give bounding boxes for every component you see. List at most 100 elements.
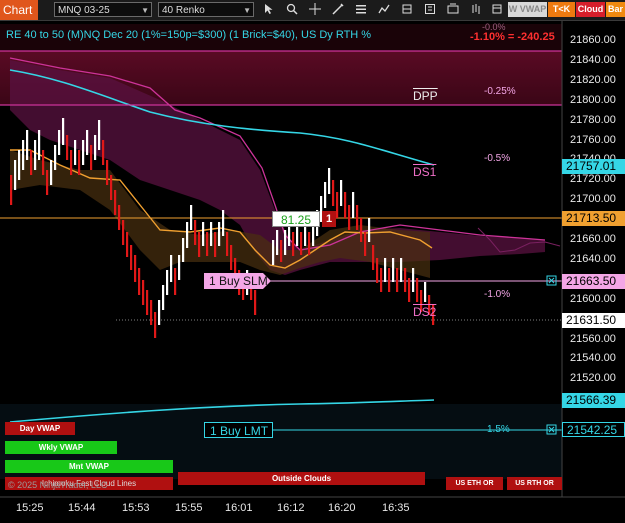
position-qty[interactable]: 1 <box>322 211 336 227</box>
lmt-pct-label: 1.5% <box>487 424 510 435</box>
time-axis-label: 15:55 <box>175 502 203 514</box>
cyan-lower-price-tag: 21566.39 <box>562 393 625 408</box>
down-brick <box>110 175 113 200</box>
up-brick <box>34 140 37 170</box>
price-axis-label: 21860.00 <box>570 34 616 46</box>
down-brick <box>150 300 153 325</box>
crosshair-icon[interactable] <box>309 3 321 15</box>
down-brick <box>280 240 283 262</box>
down-brick <box>198 232 201 257</box>
tk-button[interactable]: T<K <box>548 2 575 17</box>
chart-trader-icon[interactable] <box>470 3 482 15</box>
bar-button[interactable]: Bar <box>606 2 625 17</box>
up-brick <box>58 130 61 155</box>
price-axis-label: 21700.00 <box>570 193 616 206</box>
data-box-icon[interactable] <box>491 3 503 15</box>
position-pnl[interactable]: 81.25 <box>272 211 320 227</box>
list-icon[interactable] <box>355 3 367 15</box>
outside-clouds-button[interactable]: Outside Clouds <box>178 472 425 485</box>
down-brick <box>154 312 157 338</box>
ds1-pct-label: -0.5% <box>484 153 511 164</box>
templates-icon[interactable] <box>424 3 436 15</box>
down-brick <box>332 180 335 206</box>
toolbar: Chart MNQ 03-25 ▼ 40 Renko ▼ W VWAP T<K Cl… <box>0 0 625 21</box>
down-brick <box>372 245 375 270</box>
up-brick <box>222 210 225 236</box>
up-brick <box>392 258 395 282</box>
day-vwap-button[interactable]: Day VWAP <box>5 422 75 435</box>
up-brick <box>54 145 57 170</box>
price-axis-label: 21840.00 <box>570 53 616 66</box>
ds1-label: DS1 <box>413 165 437 179</box>
down-brick <box>42 150 45 175</box>
strategies-icon[interactable] <box>401 3 413 15</box>
up-brick <box>384 258 387 282</box>
price-axis-label: 21660.00 <box>570 233 616 245</box>
down-brick <box>118 205 121 230</box>
up-brick <box>324 182 327 208</box>
zoom-icon[interactable] <box>286 3 298 15</box>
time-axis-label: 16:20 <box>328 502 356 514</box>
price-axis-label: 21800.00 <box>570 93 616 106</box>
us-eth-button[interactable]: US ETH OR <box>446 477 503 490</box>
us-rth-button[interactable]: US RTH OR <box>507 477 562 490</box>
buy-lmt-order[interactable]: 1 Buy LMT <box>204 422 273 438</box>
bar-type-selector[interactable]: 40 Renko ▼ <box>158 2 254 17</box>
down-brick <box>138 268 141 295</box>
down-brick <box>46 170 49 195</box>
down-brick <box>66 135 69 160</box>
properties-icon[interactable] <box>447 3 459 15</box>
cyan-upper-price-tag: 21757.01 <box>562 159 625 174</box>
time-axis-label: 16:35 <box>382 502 410 514</box>
indicators-icon[interactable] <box>378 3 390 15</box>
up-brick <box>166 270 169 295</box>
time-axis-label: 15:53 <box>122 502 150 514</box>
mnt-vwap-button[interactable]: Mnt VWAP <box>5 460 173 473</box>
down-brick <box>404 268 407 292</box>
down-brick <box>30 150 33 175</box>
down-brick <box>348 205 351 230</box>
down-brick <box>396 268 399 292</box>
buy-slm-price-tag: 21663.50 <box>562 274 625 289</box>
instrument-selector[interactable]: MNQ 03-25 ▼ <box>54 2 152 17</box>
bar-type-label: 40 Renko <box>162 5 205 16</box>
down-brick <box>106 160 109 185</box>
buy-slm-order[interactable]: 1 Buy SLM <box>204 273 271 289</box>
top-pct-label: -0.0% <box>482 22 506 32</box>
down-brick <box>356 205 359 230</box>
down-brick <box>308 232 311 255</box>
ds2-pct-label: -1.0% <box>484 289 511 300</box>
orange-price-tag: 21713.50 <box>562 211 625 226</box>
time-axis-label: 15:25 <box>16 502 44 514</box>
chart-title: RE 40 to 50 (M)NQ Dec 20 (1%=150p=$300) … <box>6 29 372 41</box>
up-brick <box>22 140 25 170</box>
wvwap-button[interactable]: W VWAP <box>508 2 547 17</box>
up-brick <box>210 222 213 246</box>
up-brick <box>202 222 205 246</box>
down-brick <box>336 192 339 218</box>
down-brick <box>122 220 125 245</box>
wkly-vwap-button[interactable]: Wkly VWAP <box>5 441 117 454</box>
down-brick <box>344 192 347 218</box>
up-brick <box>38 130 41 160</box>
down-brick <box>70 150 73 175</box>
down-brick <box>146 290 149 315</box>
price-axis-label: 21720.00 <box>570 173 616 186</box>
up-brick <box>170 255 173 282</box>
price-axis-label: 21820.00 <box>570 73 616 86</box>
time-axis-label: 16:12 <box>277 502 305 514</box>
down-brick <box>388 268 391 292</box>
down-brick <box>134 255 137 282</box>
drawing-tools-icon[interactable] <box>332 3 344 15</box>
up-brick <box>86 130 89 155</box>
price-axis-label: 21540.00 <box>570 352 616 365</box>
down-brick <box>300 232 303 255</box>
down-brick <box>292 232 295 256</box>
pointer-icon[interactable] <box>263 3 275 15</box>
price-axis-label: 21760.00 <box>570 133 616 146</box>
up-brick <box>14 160 17 190</box>
cloud-button[interactable]: Cloud <box>576 2 605 17</box>
chart-tab[interactable]: Chart <box>0 0 38 20</box>
up-brick <box>276 230 279 255</box>
up-brick <box>18 150 21 180</box>
